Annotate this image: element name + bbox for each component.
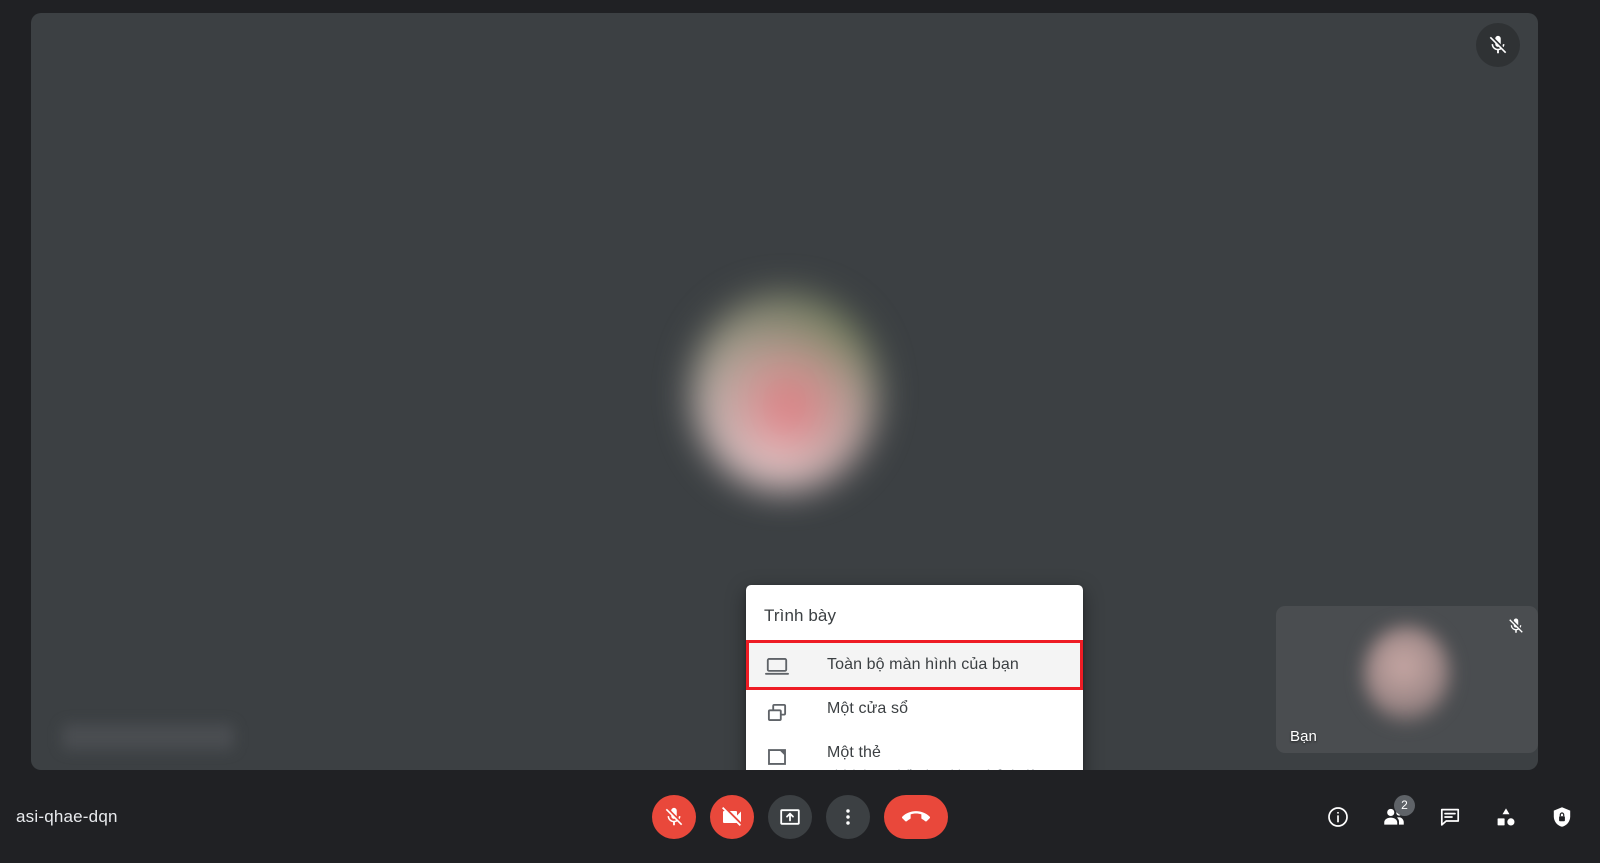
more-options-button[interactable]	[826, 794, 870, 839]
avatar	[689, 291, 880, 492]
self-avatar	[1364, 625, 1450, 722]
right-controls: 2	[1316, 794, 1584, 839]
self-view-label: Bạn	[1290, 728, 1317, 745]
microphone-button[interactable]	[652, 794, 696, 839]
present-menu: Trình bày Toàn bộ màn hình của bạn Một c…	[746, 585, 1083, 800]
present-button[interactable]	[768, 794, 812, 839]
monitor-icon	[764, 651, 798, 679]
menu-item-label: Toàn bộ màn hình của bạn	[827, 656, 1019, 673]
center-controls	[652, 794, 948, 839]
participants-button[interactable]: 2	[1372, 794, 1416, 839]
chat-button[interactable]	[1428, 795, 1472, 839]
host-controls-button[interactable]	[1540, 795, 1584, 839]
menu-item-label: Một cửa sổ	[827, 700, 909, 717]
menu-item-text: Một cửa sổ	[798, 698, 908, 720]
activities-button[interactable]	[1484, 795, 1528, 839]
meeting-details-button[interactable]	[1316, 795, 1360, 839]
meeting-code: asi-qhae-dqn	[16, 806, 118, 826]
camera-button[interactable]	[710, 794, 754, 839]
tab-icon	[764, 742, 798, 770]
mic-off-icon	[1476, 23, 1520, 67]
menu-item-text: Toàn bộ màn hình của bạn	[798, 654, 1019, 676]
windows-icon	[764, 698, 798, 726]
self-view-tile[interactable]: Bạn	[1276, 606, 1538, 753]
menu-item-a-window[interactable]: Một cửa sổ	[746, 690, 1083, 734]
participants-badge: 2	[1394, 794, 1415, 816]
menu-item-label: Một thẻ	[827, 744, 882, 761]
participant-name-chip	[62, 724, 234, 750]
bottom-toolbar: asi-qhae-dqn 2	[0, 770, 1600, 863]
end-call-button[interactable]	[884, 794, 948, 839]
meet-window: Bạn Trình bày Toàn bộ màn hình của bạn M…	[0, 0, 1600, 863]
present-menu-title: Trình bày	[764, 606, 837, 625]
mic-off-icon	[1502, 612, 1530, 640]
menu-item-entire-screen[interactable]: Toàn bộ màn hình của bạn	[746, 640, 1083, 690]
